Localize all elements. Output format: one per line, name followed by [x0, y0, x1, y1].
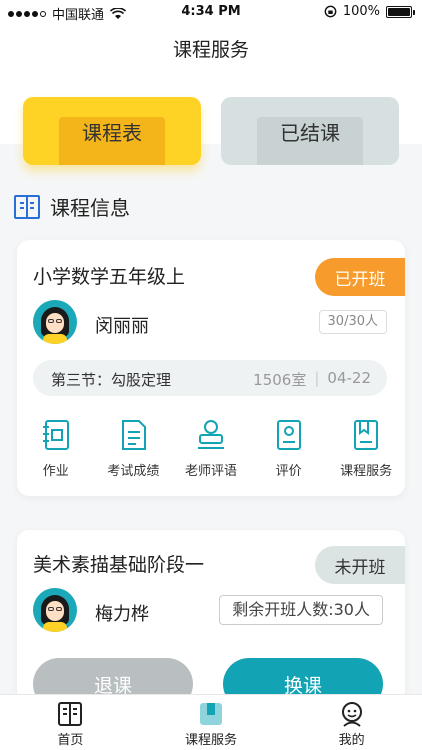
- section-header: 课程信息: [14, 192, 130, 221]
- tab-label: 我的: [338, 733, 365, 748]
- teacher-comment-icon: [197, 420, 224, 449]
- course-name: 小学数学五年级上: [33, 266, 186, 288]
- tab-label: 课程服务: [185, 733, 238, 748]
- book-icon: [14, 194, 40, 219]
- battery-icon: [386, 5, 415, 18]
- avatar: [33, 588, 77, 632]
- completed-tile-label: 已结课: [280, 120, 340, 145]
- enrollment-count: 30/30人: [318, 310, 387, 334]
- divider: |: [314, 369, 320, 387]
- action-homework[interactable]: 作业: [17, 418, 95, 479]
- action-exam-score[interactable]: 考试成绩: [95, 418, 173, 479]
- action-teacher-comment[interactable]: 老师评语: [172, 418, 250, 479]
- course-service-icon: [200, 703, 222, 725]
- lesson-title: 第三节：勾股定理: [51, 371, 172, 389]
- status-badge: 已开班: [315, 258, 405, 296]
- schedule-tile[interactable]: 课程表: [23, 97, 201, 165]
- section-title: 课程信息: [50, 196, 130, 220]
- classroom: 1506室: [253, 371, 307, 389]
- profile-icon: [341, 702, 362, 727]
- action-label: 课程服务: [340, 464, 393, 479]
- exam-score-icon: [122, 420, 147, 450]
- course-actions: 作业 考试成绩 老师评语 评价 课程服务: [17, 418, 405, 479]
- home-icon: [58, 702, 83, 726]
- status-bar: 中国联通 4:34 PM 100%: [0, 0, 422, 24]
- tab-label: 首页: [57, 733, 84, 748]
- rotation-lock-icon: [324, 5, 337, 18]
- tab-home[interactable]: 首页: [0, 695, 141, 750]
- course-card[interactable]: 小学数学五年级上 已开班 闵丽丽 30/30人 第三节：勾股定理 1506室 |…: [17, 240, 405, 496]
- teacher-name: 闵丽丽: [95, 316, 149, 337]
- tab-profile[interactable]: 我的: [281, 695, 422, 750]
- action-evaluation[interactable]: 评价: [250, 418, 328, 479]
- tab-course-service[interactable]: 课程服务: [141, 695, 282, 750]
- remaining-seats-tag: 剩余开班人数:30人: [219, 595, 383, 625]
- tab-bar: 首页 课程服务 我的: [0, 694, 422, 750]
- lesson-info-bar: 第三节：勾股定理 1506室 | 04-22: [33, 360, 387, 396]
- action-label: 评价: [275, 464, 302, 479]
- avatar: [33, 300, 77, 344]
- page-title: 课程服务: [172, 39, 249, 61]
- nav-bar: 课程服务: [0, 24, 422, 80]
- lesson-date: 04-22: [327, 369, 371, 387]
- status-badge: 未开班: [315, 546, 405, 584]
- completed-courses-tile[interactable]: 已结课: [221, 97, 399, 165]
- action-course-service[interactable]: 课程服务: [327, 418, 405, 479]
- course-service-icon: [354, 420, 379, 450]
- action-label: 老师评语: [184, 464, 237, 479]
- action-label: 考试成绩: [107, 464, 160, 479]
- action-label: 作业: [42, 464, 69, 479]
- teacher-name: 梅力桦: [95, 604, 149, 625]
- homework-icon: [42, 420, 69, 450]
- battery-percent: 100%: [342, 4, 380, 19]
- evaluation-icon: [276, 420, 301, 450]
- course-name: 美术素描基础阶段一: [33, 554, 205, 576]
- schedule-tile-label: 课程表: [82, 120, 142, 145]
